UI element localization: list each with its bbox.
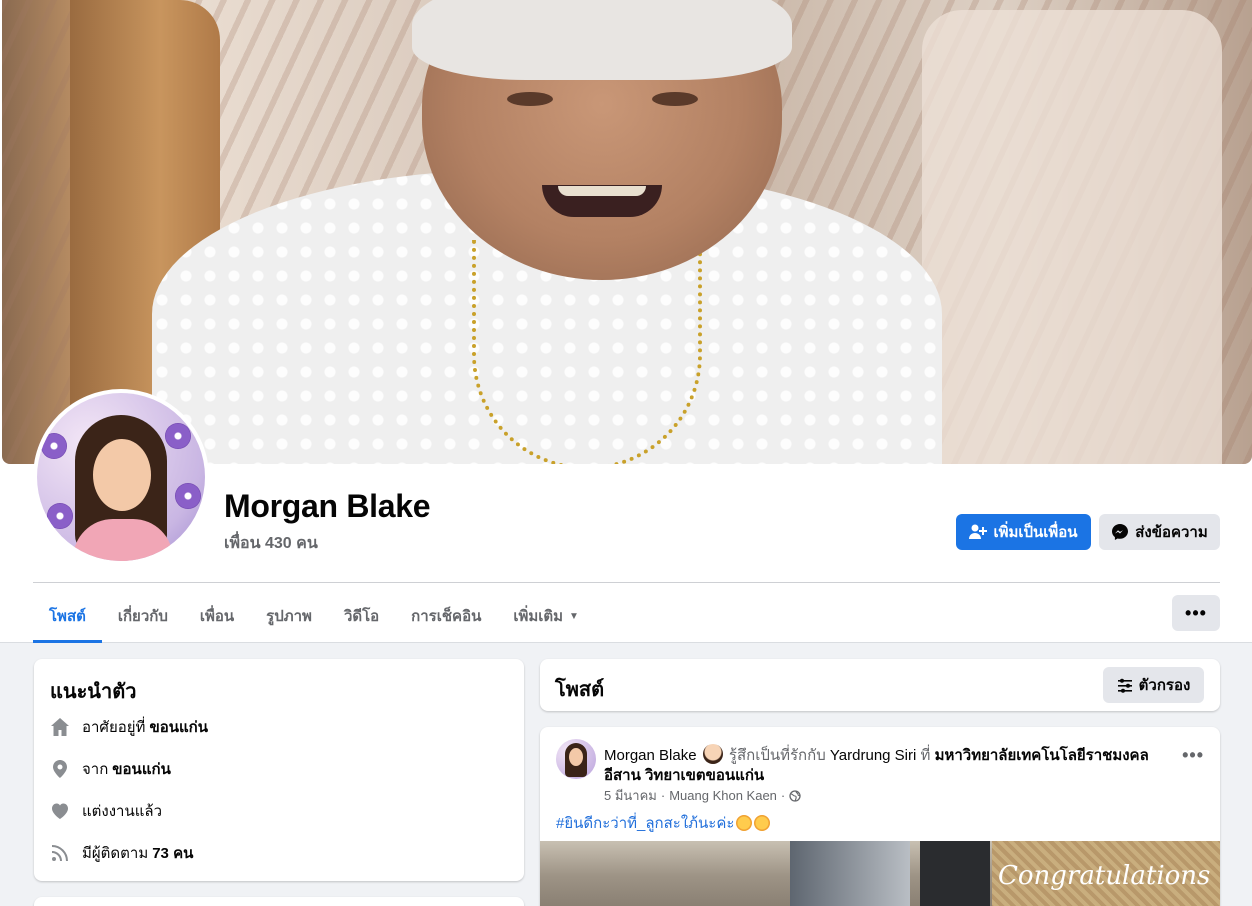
tab-checkins[interactable]: การเช็คอิน [395,590,497,642]
avatar-flower [165,423,191,449]
avatar-face [93,439,151,511]
cover-photo[interactable] [2,0,1252,464]
post-at: ที่ [920,747,931,764]
add-friend-button[interactable]: เพิ่มเป็นเพื่อน [956,514,1091,550]
profile-name: Morgan Blake [224,488,431,524]
cover-hair [412,0,792,80]
intro-relationship: แต่งงานแล้ว [50,799,162,823]
tab-photos[interactable]: รูปภาพ [250,590,328,642]
tab-label: วิดีโอ [343,608,380,625]
intro-followers: มีผู้ติดตาม 73 คน [50,841,193,865]
post-meta: 5 มีนาคม · Muang Khon Kaen · [604,785,801,806]
intro-title: แนะนำตัว [50,681,137,703]
posts-title: โพสต์ [555,679,605,701]
tab-more[interactable]: เพิ่มเติม ▼ [497,590,595,642]
post-date[interactable]: 5 มีนาคม [604,785,657,806]
profile-avatar[interactable] [33,389,209,565]
friend-count[interactable]: เพื่อน 430 คน [224,531,318,556]
more-dots-icon: ••• [1185,602,1207,623]
intro-card: แนะนำตัว อาศัยอยู่ที่ ขอนแก่น จาก ขอนแก่… [34,659,524,881]
intro-relationship-text: แต่งงานแล้ว [82,803,163,820]
tab-label: โพสต์ [49,608,86,625]
post-author-name[interactable]: Morgan Blake [604,747,697,764]
post-author-avatar[interactable] [556,739,596,779]
header-divider [33,582,1220,583]
cover-teeth [558,186,646,196]
post-photo-right: Congratulations [992,841,1220,906]
home-icon [50,717,70,737]
post-tagged-person[interactable]: Yardrung Siri [830,747,916,764]
post-photo-caption: Congratulations [998,861,1211,891]
post-photo[interactable]: Congratulations [540,841,1220,906]
avatar-flower [47,503,73,529]
intro-lives-prefix: อาศัยอยู่ที่ [82,719,146,736]
filter-label: ตัวกรอง [1138,677,1191,694]
intro-from-value[interactable]: ขอนแก่น [112,757,171,781]
intro-followers-prefix: มีผู้ติดตาม [82,845,149,862]
filter-sliders-icon [1117,678,1132,693]
more-options-button[interactable]: ••• [1172,595,1220,631]
post-avatar-face [569,748,583,766]
intro-lives: อาศัยอยู่ที่ ขอนแก่น [50,715,208,739]
post-header-text: Morgan Blake รู้สึกเป็นที่รักกับ Yardrun… [604,744,1164,786]
tab-label: เพิ่มเติม [513,608,564,625]
feeling-emoji-icon [702,744,723,764]
tab-about[interactable]: เกี่ยวกับ [102,590,184,642]
caret-down-icon: ▼ [569,610,579,622]
intro-followers-value[interactable]: 73 คน [152,841,193,865]
rss-followers-icon [50,843,70,863]
profile-tabs: โพสต์ เกี่ยวกับ เพื่อน รูปภาพ วิดีโอ การ… [33,590,595,643]
post-feeling: รู้สึกเป็นที่รักกับ [728,747,826,764]
avatar-flower [41,433,67,459]
messenger-icon [1112,524,1129,540]
meta-separator: · [660,788,666,803]
post-options-button[interactable]: ••• [1182,745,1204,766]
smiling-hearts-emoji-icon [736,815,753,831]
tab-label: เกี่ยวกับ [117,608,168,625]
location-pin-icon [50,759,70,779]
tab-label: รูปภาพ [266,608,312,625]
add-friend-label: เพิ่มเป็นเพื่อน [993,524,1078,541]
filter-button[interactable]: ตัวกรอง [1103,667,1204,703]
avatar-image [37,393,205,561]
globe-public-icon[interactable] [789,789,801,802]
intro-lives-value[interactable]: ขอนแก่น [149,715,208,739]
post-location[interactable]: Muang Khon Kaen [669,788,777,803]
cover-eye-right [652,92,698,106]
cover-cushion [922,10,1222,464]
tab-videos[interactable]: วิดีโอ [328,590,395,642]
posts-header-card: โพสต์ ตัวกรอง [540,659,1220,711]
photos-card [34,897,524,906]
tab-label: เพื่อน [199,608,235,625]
post-card: Morgan Blake รู้สึกเป็นที่รักกับ Yardrun… [540,727,1220,906]
message-button[interactable]: ส่งข้อความ [1099,514,1220,550]
meta-separator: · [780,788,786,803]
intro-from: จาก ขอนแก่น [50,757,171,781]
tab-posts[interactable]: โพสต์ [33,590,102,643]
tab-friends[interactable]: เพื่อน [184,590,250,642]
add-friend-icon [969,524,988,539]
message-label: ส่งข้อความ [1135,524,1208,541]
post-text[interactable]: #ยินดีกะว่าที่_ลูกสะใภ้นะค่ะ [556,815,734,832]
avatar-flower [175,483,201,509]
intro-from-prefix: จาก [82,761,109,778]
smiling-hearts-emoji-icon [754,815,771,831]
post-hashtag[interactable]: #ยินดีกะว่าที่_ลูกสะใภ้นะค่ะ [556,811,771,835]
post-photo-left [540,841,992,906]
tab-label: การเช็คอิน [411,608,482,625]
cover-eye-left [507,92,553,106]
heart-icon [50,801,70,821]
